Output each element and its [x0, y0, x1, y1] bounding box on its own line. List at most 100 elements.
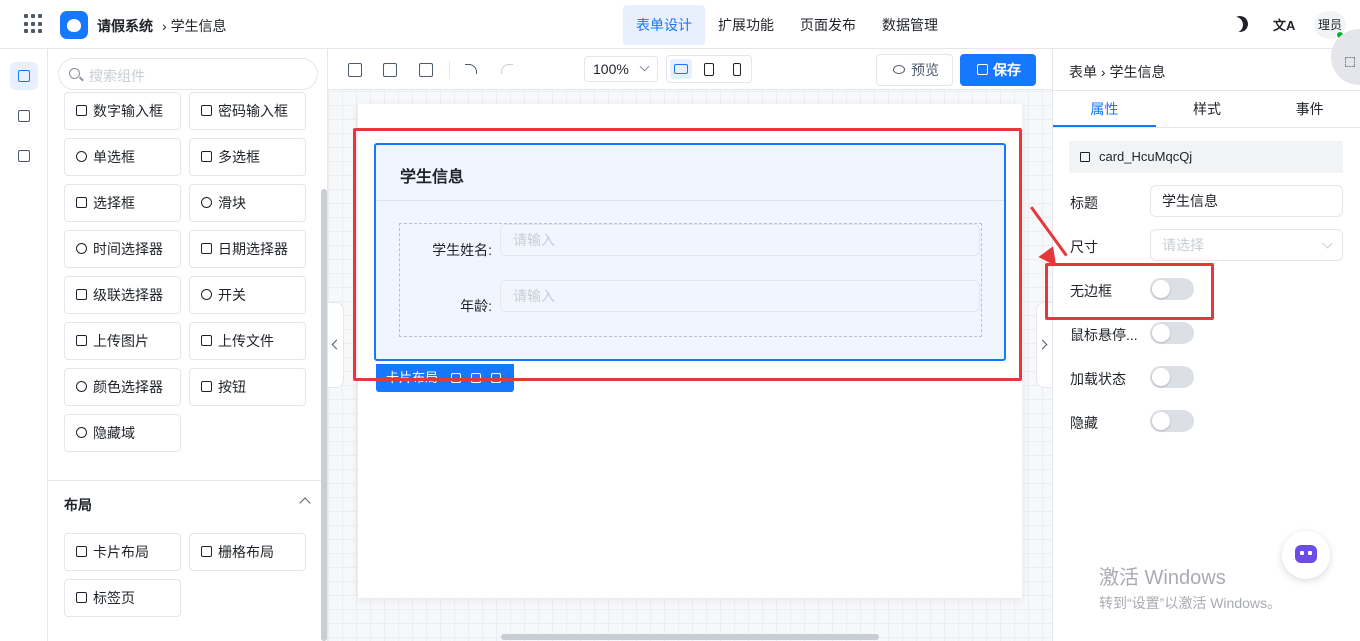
- layout-section-title: 布局: [64, 497, 92, 513]
- windows-activation-watermark: 激活 Windows 转到“设置”以激活 Windows。: [1099, 561, 1281, 613]
- cascader-icon: [76, 289, 87, 300]
- no-border-switch[interactable]: [1150, 278, 1194, 300]
- selected-component-tag[interactable]: 卡片布局: [376, 364, 514, 392]
- component-date-picker[interactable]: 日期选择器: [189, 230, 306, 268]
- copy-icon[interactable]: [471, 373, 481, 383]
- hover-label: 鼠标悬停...: [1070, 327, 1138, 343]
- breadcrumb-root[interactable]: 表单: [1069, 64, 1097, 80]
- save-button[interactable]: 保存: [960, 54, 1036, 86]
- avatar-text: 理员: [1317, 18, 1342, 32]
- code-icon[interactable]: [348, 63, 362, 77]
- component-switch[interactable]: 开关: [189, 276, 306, 314]
- component-button[interactable]: 按钮: [189, 368, 306, 406]
- component-upload-image[interactable]: 上传图片: [64, 322, 181, 360]
- export-icon[interactable]: [383, 63, 397, 77]
- component-label: 隐藏域: [93, 425, 135, 441]
- top-bar: 请假系统 › 学生信息 表单设计 扩展功能 页面发布 数据管理 文A 理员: [0, 0, 1360, 49]
- zoom-select[interactable]: 100%: [584, 56, 658, 82]
- canvas-toolbar: 100% 预览 保存: [328, 49, 1052, 90]
- component-label: 时间选择器: [93, 241, 163, 257]
- app-grid-icon[interactable]: [24, 14, 44, 34]
- card-component[interactable]: 学生信息 学生姓名: 请输入 年龄: 请输入: [374, 143, 1006, 361]
- form-fields-container[interactable]: 学生姓名: 请输入 年龄: 请输入: [399, 223, 982, 337]
- no-border-label: 无边框: [1070, 283, 1112, 299]
- assistant-button[interactable]: [1282, 531, 1330, 579]
- component-select[interactable]: 选择框: [64, 184, 181, 222]
- breadcrumb-current: 学生信息: [170, 18, 227, 34]
- component-slider[interactable]: 滑块: [189, 184, 306, 222]
- size-select[interactable]: 请选择: [1150, 229, 1343, 261]
- component-label: 按钮: [218, 379, 246, 395]
- search-input[interactable]: 搜索组件: [58, 58, 318, 90]
- input-placeholder: 请输入: [513, 232, 555, 248]
- translate-icon[interactable]: 文A: [1273, 15, 1295, 34]
- fullscreen-icon[interactable]: [1345, 57, 1355, 67]
- component-tabs[interactable]: 标签页: [64, 579, 181, 617]
- title-input[interactable]: 学生信息: [1150, 185, 1343, 217]
- collapse-right-panel-handle[interactable]: [1036, 302, 1052, 388]
- tab-attributes[interactable]: 属性: [1053, 91, 1156, 127]
- tablet-icon[interactable]: [698, 59, 720, 79]
- switch-icon: [201, 289, 212, 300]
- component-panel: 搜索组件 数字输入框 密码输入框 单选框 多选框 选择框 滑块 时间选择器 日期…: [48, 49, 328, 641]
- input-placeholder: 请输入: [513, 288, 555, 304]
- rail-code-icon[interactable]: [10, 102, 38, 130]
- property-tabs: 属性 样式 事件: [1053, 90, 1360, 128]
- delete-icon[interactable]: [491, 373, 501, 383]
- component-label: 栅格布局: [218, 544, 274, 560]
- preview-button[interactable]: 预览: [876, 54, 953, 86]
- component-card-layout[interactable]: 卡片布局: [64, 533, 181, 571]
- component-upload-file[interactable]: 上传文件: [189, 322, 306, 360]
- component-number-input[interactable]: 数字输入框: [64, 92, 181, 130]
- tab-form-design[interactable]: 表单设计: [623, 5, 705, 45]
- component-grid-layout[interactable]: 栅格布局: [189, 533, 306, 571]
- loading-switch[interactable]: [1150, 366, 1194, 388]
- breadcrumb[interactable]: › 学生信息: [162, 16, 227, 36]
- tab-events[interactable]: 事件: [1258, 91, 1360, 127]
- component-label: 上传图片: [93, 333, 149, 349]
- age-input[interactable]: 请输入: [500, 280, 980, 312]
- canvas-horizontal-scrollbar[interactable]: [501, 634, 879, 640]
- trash-icon[interactable]: [419, 63, 433, 77]
- student-name-input[interactable]: 请输入: [500, 224, 980, 256]
- select-icon: [76, 197, 87, 208]
- property-breadcrumb: 表单 › 学生信息: [1069, 62, 1165, 82]
- rail-tree-icon[interactable]: [10, 142, 38, 170]
- tab-data-management[interactable]: 数据管理: [869, 5, 951, 45]
- component-time-picker[interactable]: 时间选择器: [64, 230, 181, 268]
- calendar-icon: [201, 243, 212, 254]
- component-checkbox[interactable]: 多选框: [189, 138, 306, 176]
- chevron-left-icon: [331, 339, 342, 350]
- desktop-icon[interactable]: [670, 59, 692, 79]
- component-hidden-field[interactable]: 隐藏域: [64, 414, 181, 452]
- eye-off-icon: [76, 427, 87, 438]
- dark-mode-icon[interactable]: [1230, 14, 1251, 35]
- mobile-icon[interactable]: [726, 59, 748, 79]
- tabs-icon: [76, 592, 87, 603]
- tab-publish[interactable]: 页面发布: [787, 5, 869, 45]
- tab-extensions[interactable]: 扩展功能: [705, 5, 787, 45]
- rail-components-icon[interactable]: [10, 62, 38, 90]
- move-up-icon[interactable]: [451, 373, 461, 383]
- search-placeholder: 搜索组件: [89, 68, 145, 84]
- app-name[interactable]: 请假系统: [97, 16, 153, 36]
- hidden-switch[interactable]: [1150, 410, 1194, 432]
- tab-style[interactable]: 样式: [1156, 91, 1259, 127]
- component-cascader[interactable]: 级联选择器: [64, 276, 181, 314]
- size-placeholder: 请选择: [1162, 237, 1204, 253]
- radio-icon: [76, 151, 87, 162]
- component-color-picker[interactable]: 颜色选择器: [64, 368, 181, 406]
- component-label: 标签页: [93, 590, 135, 606]
- redo-icon[interactable]: [501, 64, 513, 74]
- chevron-right-icon: [1037, 339, 1048, 350]
- undo-icon[interactable]: [465, 64, 477, 74]
- collapse-left-panel-handle[interactable]: [328, 302, 344, 388]
- component-radio[interactable]: 单选框: [64, 138, 181, 176]
- checkbox-icon: [201, 151, 212, 162]
- hover-switch[interactable]: [1150, 322, 1194, 344]
- robot-icon: [1295, 545, 1317, 563]
- component-label: 滑块: [218, 195, 246, 211]
- component-password-input[interactable]: 密码输入框: [189, 92, 306, 130]
- component-panel-scrollbar[interactable]: [321, 189, 327, 641]
- chevron-up-icon[interactable]: [299, 497, 311, 509]
